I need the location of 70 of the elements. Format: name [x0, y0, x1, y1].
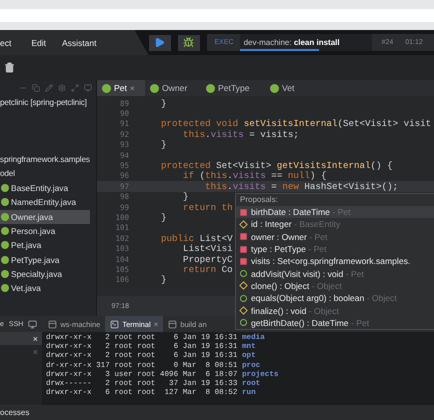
bug-icon [183, 37, 194, 48]
play-icon [154, 37, 165, 48]
method-icon [240, 294, 247, 302]
run-button[interactable] [148, 34, 170, 50]
file-item[interactable]: Owner.java [0, 210, 90, 224]
debug-button[interactable] [178, 34, 200, 50]
class-icon [206, 84, 215, 92]
code-line: public List<V [161, 232, 233, 244]
proposal-item[interactable]: equals(Object arg0) : boolean - Object [236, 292, 434, 304]
proposal-item[interactable]: owner : Owner - Pet [236, 230, 434, 243]
file-item[interactable]: PetType.java [0, 252, 90, 267]
settings-icon[interactable] [58, 84, 66, 92]
close-icon[interactable]: × [32, 334, 38, 344]
panel-title: ocesses [0, 408, 30, 417]
class-icon [150, 84, 159, 92]
file-item[interactable]: Pet.java [0, 238, 90, 252]
code-line: } [161, 212, 167, 223]
proposal-item[interactable]: addVisit(Visit visit) : void - Pet [236, 267, 434, 280]
field-icon [240, 208, 247, 216]
popup-title: Proposals: [239, 194, 279, 206]
tree-item[interactable]: petclinic [spring-petclinic] [0, 96, 96, 110]
proposal-item[interactable]: type : PetType - Pet [236, 242, 434, 256]
code-line: return Co [182, 264, 233, 275]
editor-tab[interactable]: PetType [201, 80, 265, 96]
proposal-item[interactable]: clone() : Object - Object [236, 280, 434, 292]
menu-item[interactable]: Edit [31, 38, 46, 48]
menu-item[interactable]: ect [0, 38, 12, 48]
tree-item[interactable]: odel [0, 167, 96, 181]
code-line: if (this.visits == null) { [183, 170, 326, 182]
file-item[interactable]: Vet.java [0, 281, 90, 296]
close-icon[interactable]: × [130, 84, 135, 92]
editor-tab[interactable]: Owner [145, 80, 201, 96]
proposal-item[interactable]: id : Integer - BaseEntity [236, 218, 434, 231]
method-icon [240, 319, 247, 326]
close-icon[interactable]: × [154, 320, 158, 328]
file-item[interactable]: BaseEntity.java [0, 181, 90, 196]
code-line: } [182, 191, 189, 202]
trash-icon[interactable] [4, 62, 15, 73]
code-line: PropertyC [182, 254, 233, 265]
menu-item[interactable]: Assistant [62, 38, 96, 48]
copy-icon[interactable] [32, 84, 40, 92]
editor-tab[interactable]: Vet [265, 80, 315, 96]
code-line: } [161, 274, 167, 286]
file-item[interactable]: Specialty.java [0, 266, 90, 282]
window-icon [48, 320, 58, 328]
editor-tab[interactable]: Pet × [97, 80, 145, 96]
file-item[interactable]: Person.java [0, 224, 90, 238]
code-line: } [161, 98, 167, 109]
monitor-icon[interactable] [28, 320, 38, 328]
proposal-item[interactable]: visits : Set<org.springframework.samples. [236, 255, 434, 268]
process-row[interactable]: × [0, 332, 42, 345]
command-field[interactable]: dev-machine: clean install [240, 34, 372, 51]
file-item[interactable]: NamedEntity.java [0, 195, 90, 210]
pencil-icon[interactable] [45, 84, 53, 92]
code-line: return th [182, 202, 233, 213]
proposal-item[interactable]: getBirthDate() : DateTime - Pet [236, 316, 434, 329]
terminal-icon [110, 320, 120, 328]
maximize-icon[interactable] [71, 84, 79, 92]
window-icon [168, 320, 178, 328]
code-line: protected void setVisitsInternal(Set<Visit> visit [161, 118, 432, 130]
code-line: this.visits = visits; [182, 128, 299, 140]
class-icon [270, 84, 279, 92]
code-line: List<Visi [182, 243, 233, 254]
code-line: protected Set<Visit> getVisitsInternal() { [161, 160, 393, 172]
class-icon [102, 84, 111, 92]
code-line: this.visits = new HashSet<Visit>(); [204, 180, 398, 192]
method-icon [240, 270, 247, 278]
code-line: } [161, 139, 167, 150]
tree-item[interactable]: springframework.samples [0, 153, 96, 167]
proposal-item[interactable]: finalize() : void - Object [236, 304, 434, 317]
